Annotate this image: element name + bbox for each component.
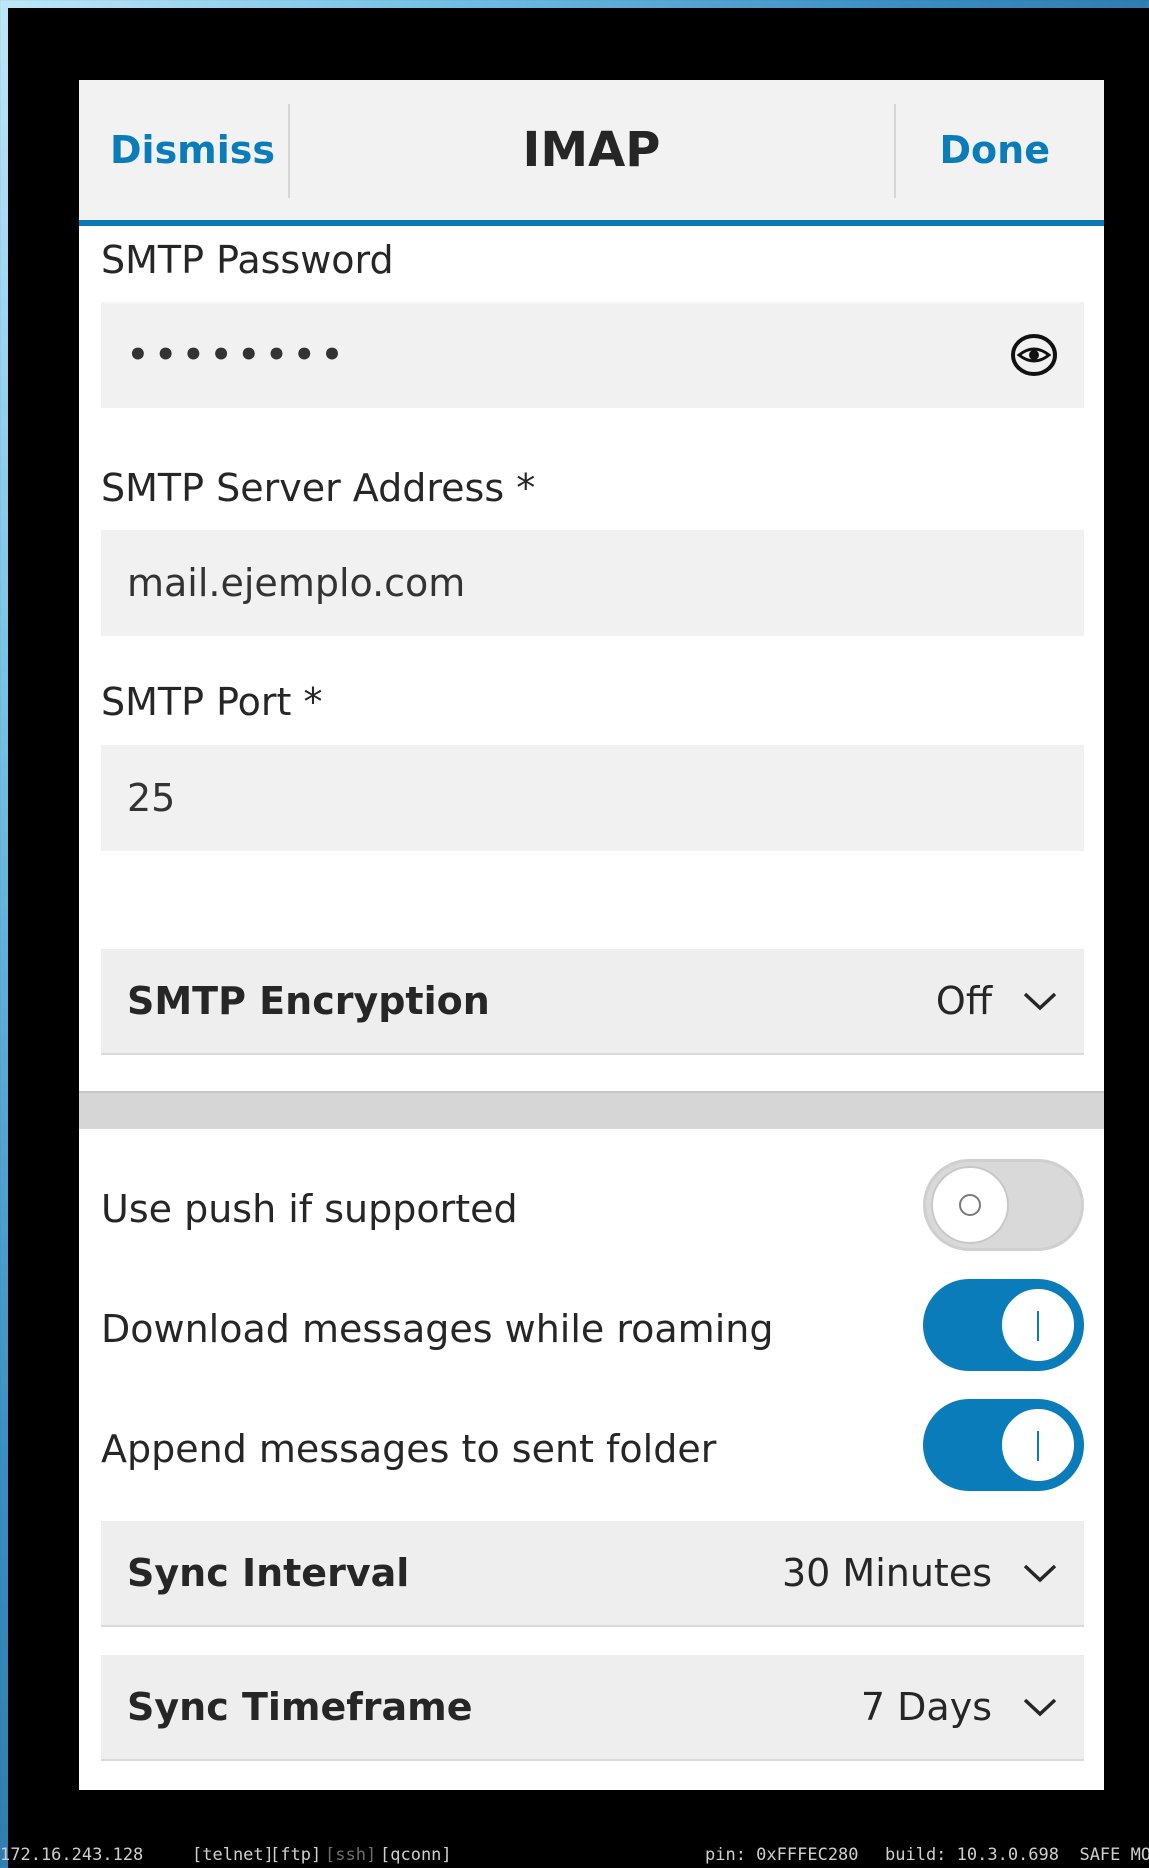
smtp-encryption-label: SMTP Encryption <box>127 979 490 1023</box>
status-ip: 172.16.243.128 <box>0 1845 144 1865</box>
smtp-port-value: 25 <box>127 776 176 820</box>
smtp-server-field[interactable]: mail.ejemplo.com <box>101 530 1084 636</box>
section-divider <box>79 1091 1104 1129</box>
imap-settings-dialog: IMAP Dismiss Done SMTP Password ••••••••… <box>79 80 1104 1790</box>
sync-interval-label: Sync Interval <box>127 1551 410 1595</box>
toggle-knob <box>931 1166 1009 1244</box>
push-label: Use push if supported <box>101 1187 518 1231</box>
sync-interval-value: 30 Minutes <box>781 1551 992 1595</box>
status-build: build: 10.3.0.698 SAFE MODE <box>885 1845 1149 1865</box>
roaming-toggle[interactable] <box>923 1279 1084 1371</box>
smtp-encryption-dropdown[interactable]: SMTP Encryption Off <box>101 949 1084 1055</box>
done-button[interactable]: Done <box>940 80 1050 220</box>
title-divider-right <box>894 104 896 198</box>
chevron-down-icon <box>1023 1564 1057 1583</box>
status-pin: pin: 0xFFFEC280 <box>705 1845 859 1865</box>
smtp-port-label: SMTP Port * <box>101 680 323 724</box>
append-toggle[interactable] <box>923 1399 1084 1491</box>
smtp-password-label: SMTP Password <box>101 238 394 282</box>
sync-timeframe-dropdown[interactable]: Sync Timeframe 7 Days <box>101 1655 1084 1761</box>
status-telnet: [telnet] <box>192 1845 274 1865</box>
sync-interval-dropdown[interactable]: Sync Interval 30 Minutes <box>101 1521 1084 1627</box>
status-qconn: [qconn] <box>380 1845 452 1865</box>
title-divider-left <box>288 104 290 198</box>
smtp-port-field[interactable]: 25 <box>101 745 1084 851</box>
toggle-knob <box>999 1406 1077 1484</box>
chevron-down-icon <box>1023 992 1057 1011</box>
sync-timeframe-value: 7 Days <box>860 1685 992 1729</box>
status-ftp: [ftp] <box>270 1845 322 1865</box>
sync-timeframe-label: Sync Timeframe <box>127 1685 473 1729</box>
debug-status-bar: 172.16.243.128 [telnet] [ftp] [ssh] [qco… <box>0 1842 1149 1868</box>
roaming-label: Download messages while roaming <box>101 1307 774 1351</box>
smtp-password-field[interactable]: •••••••• <box>101 302 1084 408</box>
smtp-server-label: SMTP Server Address * <box>101 466 536 510</box>
status-ssh: [ssh] <box>325 1845 377 1865</box>
smtp-password-value: •••••••• <box>127 335 349 375</box>
title-bar: IMAP Dismiss Done <box>79 80 1104 226</box>
smtp-server-value: mail.ejemplo.com <box>127 561 466 605</box>
smtp-encryption-value: Off <box>935 979 992 1023</box>
append-label: Append messages to sent folder <box>101 1427 717 1471</box>
toggle-knob <box>999 1286 1077 1364</box>
device-frame: IMAP Dismiss Done SMTP Password ••••••••… <box>8 8 1149 1868</box>
chevron-down-icon <box>1023 1698 1057 1717</box>
eye-icon[interactable] <box>1010 333 1058 377</box>
dismiss-button[interactable]: Dismiss <box>110 80 275 220</box>
push-toggle[interactable] <box>923 1159 1084 1251</box>
